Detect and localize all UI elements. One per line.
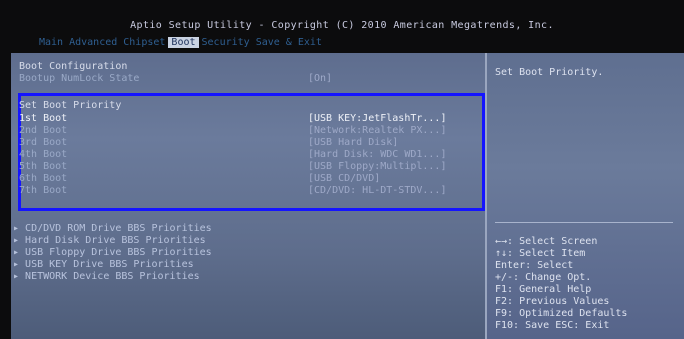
arrow-right-icon: ▸ [13, 223, 26, 234]
tab-chipset[interactable]: Chipset [120, 37, 168, 48]
boot-option-1st[interactable]: 1st Boot [USB KEY:JetFlashTr...] [19, 113, 479, 125]
bios-title: Aptio Setup Utility - Copyright (C) 2010… [130, 20, 554, 31]
boot-option-label: 3rd Boot [19, 137, 68, 148]
help-line: ←→: Select Screen [495, 236, 598, 247]
help-line: F1: General Help [495, 284, 592, 295]
arrow-right-icon: ▸ [13, 271, 26, 282]
boot-option-5th[interactable]: 5th Boot [USB Floppy:Multipl...] [19, 161, 479, 173]
boot-option-label: 7th Boot [19, 185, 68, 196]
boot-option-2nd[interactable]: 2nd Boot [Network:Realtek PX...] [19, 125, 479, 137]
arrow-right-icon: ▸ [13, 247, 26, 258]
numlock-label: Bootup NumLock State [19, 73, 140, 84]
section-title: Boot Configuration [19, 61, 128, 72]
submenu-hard-disk-priorities[interactable]: ▸ Hard Disk Drive BBS Priorities [13, 235, 206, 247]
tab-boot[interactable]: Boot [168, 37, 199, 48]
tab-main[interactable]: Main [36, 37, 66, 48]
priority-title: Set Boot Priority [19, 100, 122, 111]
submenu-label: USB Floppy Drive BBS Priorities [25, 247, 212, 258]
boot-option-6th[interactable]: 6th Boot [USB CD/DVD] [19, 173, 479, 185]
boot-option-value[interactable]: [USB Floppy:Multipl...] [308, 161, 446, 173]
item-description: Set Boot Priority. [495, 67, 604, 78]
help-line: F9: Optimized Defaults [495, 308, 628, 319]
boot-option-label: 1st Boot [19, 113, 68, 124]
tab-security[interactable]: Security [199, 37, 253, 48]
submenu-usb-floppy-priorities[interactable]: ▸ USB Floppy Drive BBS Priorities [13, 247, 212, 259]
tab-save-exit[interactable]: Save & Exit [253, 37, 325, 48]
boot-option-7th[interactable]: 7th Boot [CD/DVD: HL-DT-STDV...] [19, 185, 479, 197]
submenu-usb-key-priorities[interactable]: ▸ USB KEY Drive BBS Priorities [13, 259, 194, 271]
boot-option-value[interactable]: [USB Hard Disk] [308, 137, 398, 149]
boot-option-value[interactable]: [USB CD/DVD] [308, 173, 380, 185]
boot-option-value[interactable]: [Network:Realtek PX...] [308, 125, 446, 137]
help-line: F2: Previous Values [495, 296, 610, 307]
help-line: ↑↓: Select Item [495, 248, 586, 259]
help-line: F10: Save ESC: Exit [495, 320, 610, 331]
boot-option-label: 4th Boot [19, 149, 68, 160]
help-line: +/-: Change Opt. [495, 272, 592, 283]
help-divider [495, 222, 673, 223]
arrow-right-icon: ▸ [13, 235, 26, 246]
tab-advanced[interactable]: Advanced [66, 37, 120, 48]
help-panel: Set Boot Priority. ←→: Select Screen ↑↓:… [487, 53, 684, 339]
boot-option-label: 2nd Boot [19, 125, 68, 136]
boot-option-label: 5th Boot [19, 161, 68, 172]
submenu-label: CD/DVD ROM Drive BBS Priorities [25, 223, 212, 234]
numlock-option[interactable]: Bootup NumLock State [On] [19, 73, 479, 85]
submenu-label: NETWORK Device BBS Priorities [25, 271, 200, 282]
help-line: Enter: Select [495, 260, 574, 271]
menu-bar: Main Advanced Chipset Boot Security Save & Ex… [36, 37, 325, 49]
numlock-value[interactable]: [On] [308, 73, 332, 85]
boot-option-value[interactable]: [Hard Disk: WDC WD1...] [308, 149, 446, 161]
submenu-label: Hard Disk Drive BBS Priorities [25, 235, 206, 246]
submenu-network-priorities[interactable]: ▸ NETWORK Device BBS Priorities [13, 271, 200, 283]
boot-option-label: 6th Boot [19, 173, 68, 184]
boot-option-3rd[interactable]: 3rd Boot [USB Hard Disk] [19, 137, 479, 149]
submenu-cd-dvd-rom-priorities[interactable]: ▸ CD/DVD ROM Drive BBS Priorities [13, 223, 212, 235]
boot-option-value[interactable]: [USB KEY:JetFlashTr...] [308, 113, 446, 125]
main-panel: Boot Configuration Bootup NumLock State … [11, 53, 487, 339]
arrow-right-icon: ▸ [13, 259, 26, 270]
boot-option-value[interactable]: [CD/DVD: HL-DT-STDV...] [308, 185, 446, 197]
submenu-label: USB KEY Drive BBS Priorities [25, 259, 194, 270]
boot-option-4th[interactable]: 4th Boot [Hard Disk: WDC WD1...] [19, 149, 479, 161]
